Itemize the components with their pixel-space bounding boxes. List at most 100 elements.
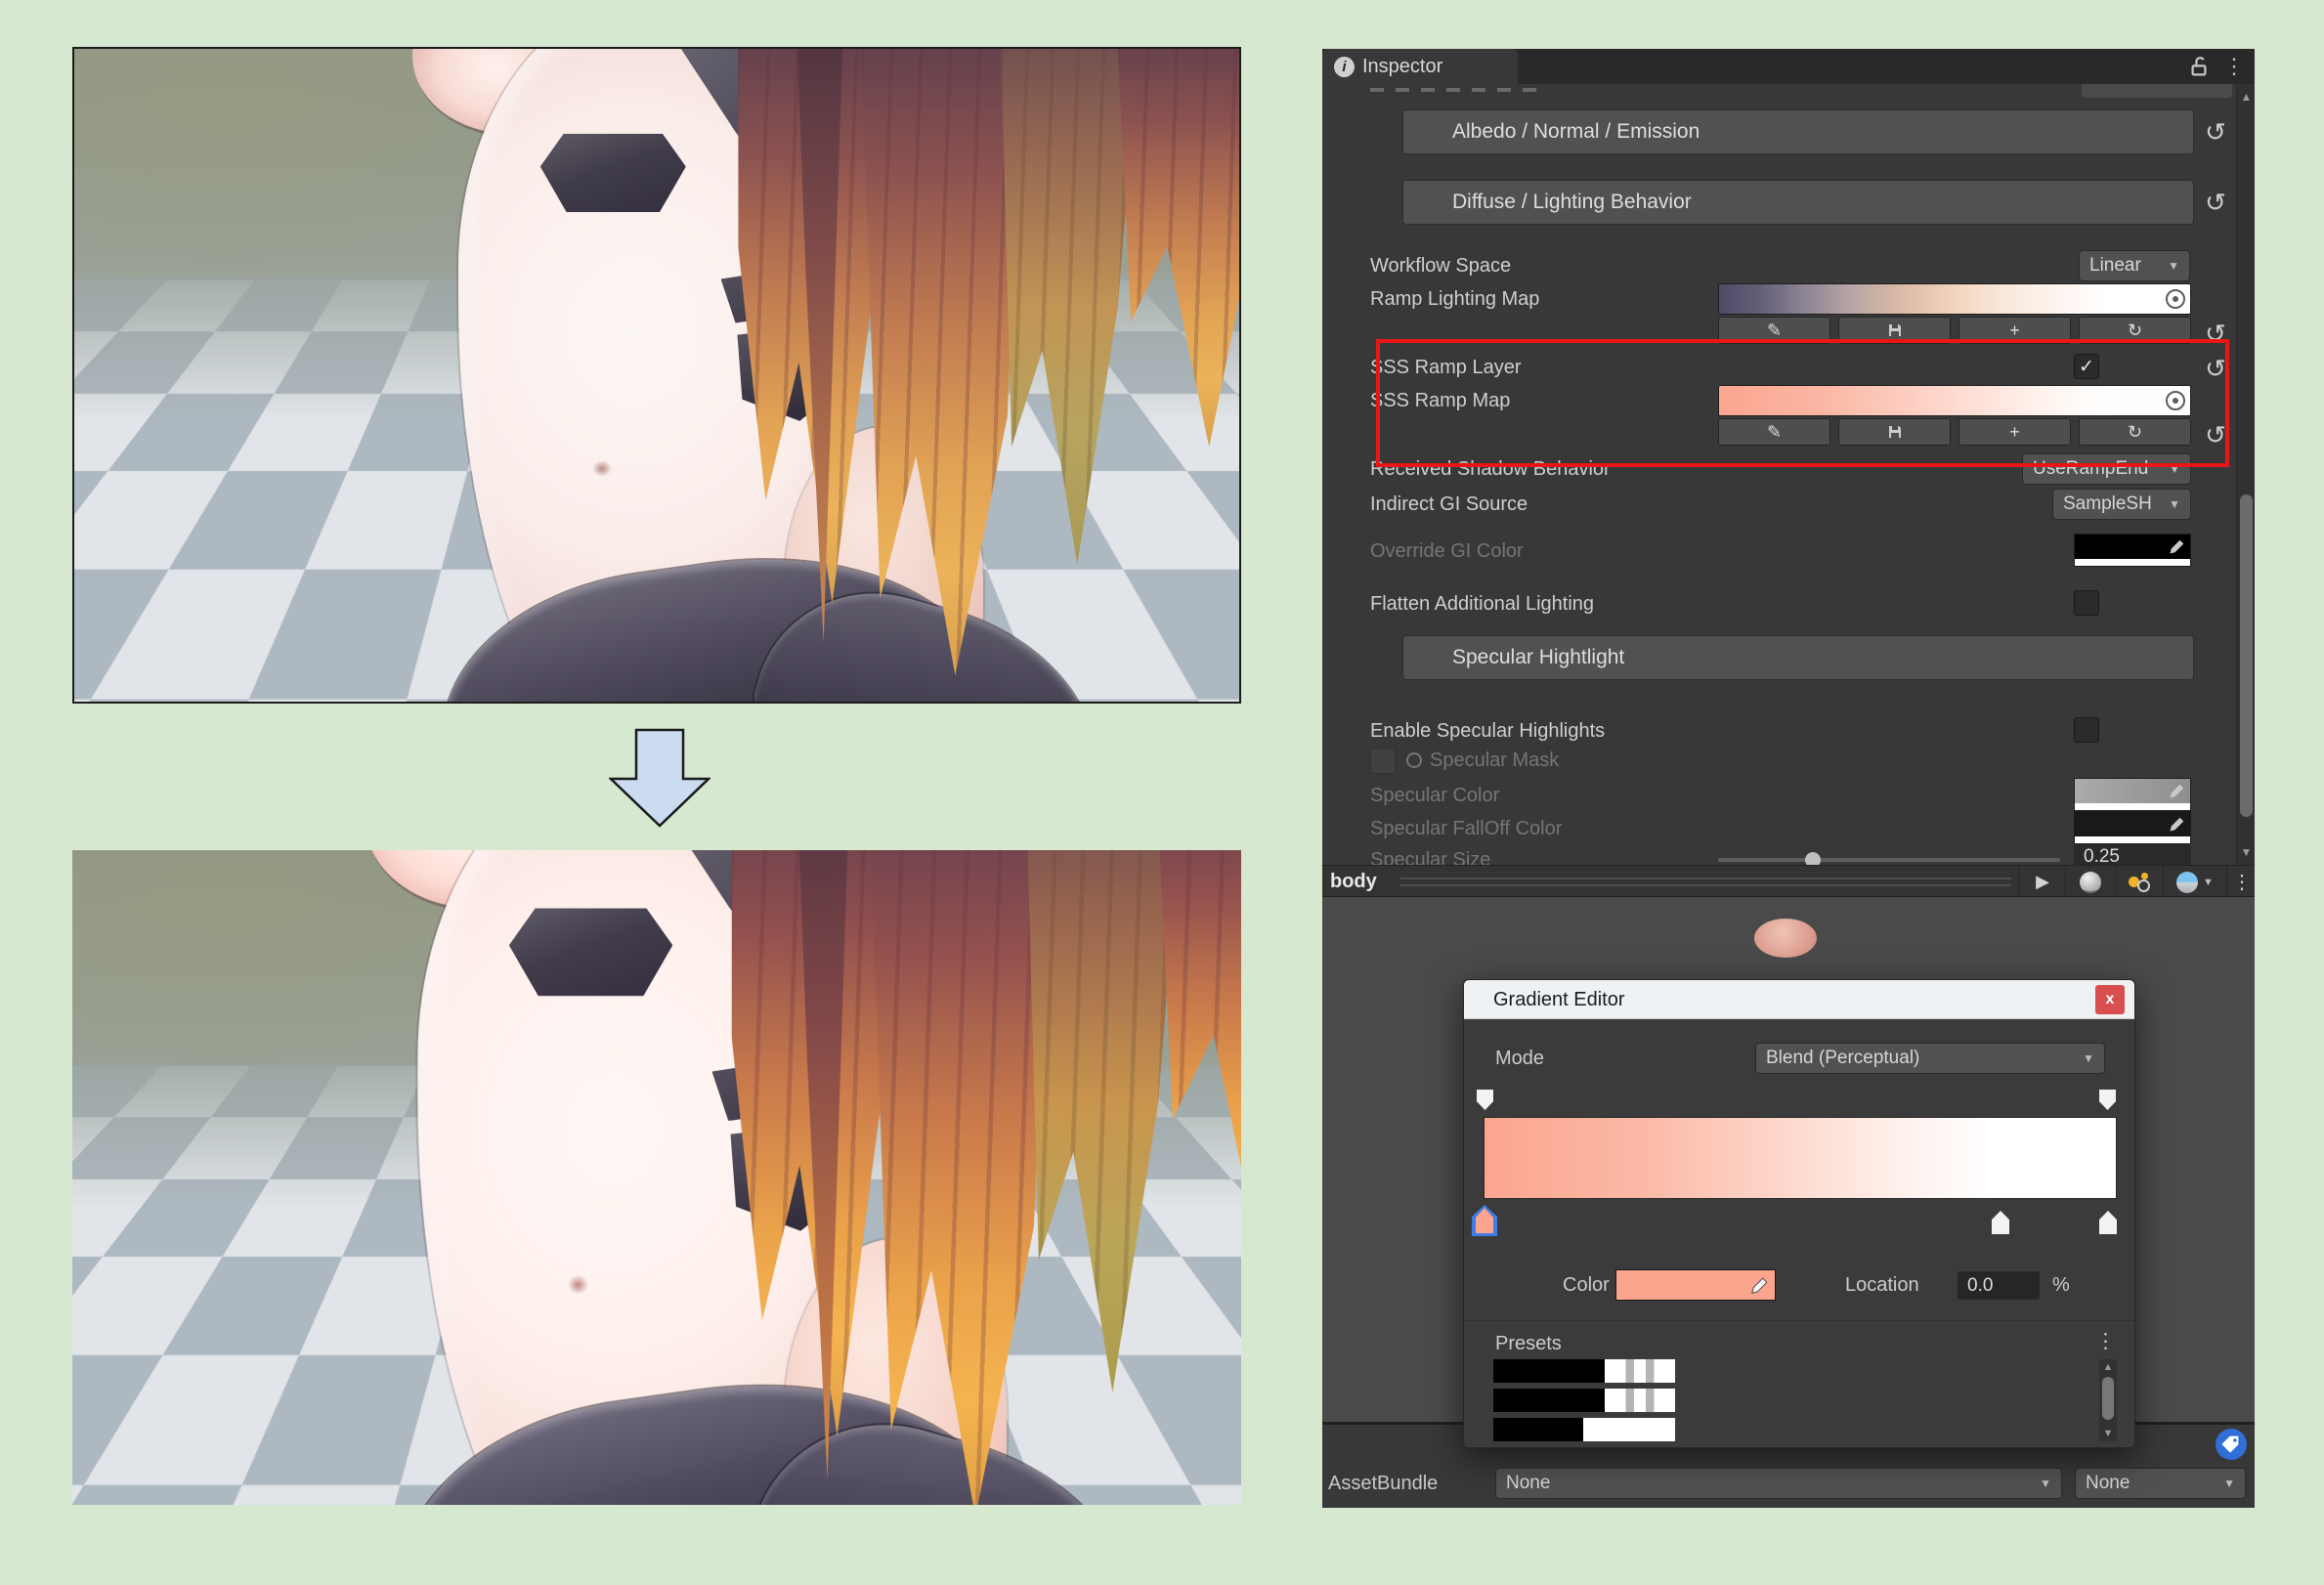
preview-menu-button[interactable]: ⋮ xyxy=(2229,866,2255,898)
chevron-down-icon: ▼ xyxy=(2203,877,2214,888)
override-gi-color-label: Override GI Color xyxy=(1370,537,1524,565)
play-icon: ▶ xyxy=(2036,872,2049,892)
preview-sphere-button[interactable] xyxy=(2069,866,2112,898)
specular-mask-label: Specular Mask xyxy=(1430,747,1559,774)
assetbundle-dropdown[interactable]: None ▼ xyxy=(1495,1468,2062,1499)
hair-strand xyxy=(1117,47,1241,447)
sphere-icon xyxy=(2080,872,2101,893)
workflow-space-value: Linear xyxy=(2089,255,2141,277)
preview-lighting-button[interactable] xyxy=(2120,866,2159,898)
alpha-stop-end[interactable] xyxy=(2099,1090,2116,1110)
play-button[interactable]: ▶ xyxy=(2022,866,2063,898)
section-specular-highlight[interactable]: Specular Hightlight xyxy=(1402,635,2194,680)
down-arrow-icon xyxy=(609,728,710,828)
gradient-editor-window: Gradient Editor x Mode Blend (Perceptual… xyxy=(1463,979,2135,1448)
clipped-row-button xyxy=(2082,84,2232,98)
gradient-preview-bar[interactable] xyxy=(1484,1117,2117,1199)
mode-value: Blend (Perceptual) xyxy=(1766,1048,1919,1069)
assetbundle-variant-dropdown[interactable]: None ▼ xyxy=(2075,1468,2246,1499)
color-stop-selected[interactable] xyxy=(1472,1205,1497,1236)
menu-icon[interactable]: ⋮ xyxy=(2223,54,2245,79)
override-gi-color-swatch[interactable] xyxy=(2074,534,2191,567)
chevron-down-icon: ▼ xyxy=(2168,259,2179,273)
material-preview-area: Gradient Editor x Mode Blend (Perceptual… xyxy=(1322,897,2255,1422)
inspector-scrollbar[interactable]: ▲ ▼ xyxy=(2236,84,2255,865)
chevron-down-icon: ▼ xyxy=(2040,1477,2051,1490)
divider xyxy=(1464,1320,2134,1321)
workflow-space-dropdown[interactable]: Linear ▼ xyxy=(2079,250,2190,281)
location-unit: % xyxy=(2052,1269,2070,1301)
hair-strand xyxy=(1026,850,1184,1392)
enable-specular-checkbox[interactable] xyxy=(2074,717,2099,743)
stop-color-swatch[interactable] xyxy=(1615,1269,1776,1301)
close-button[interactable]: x xyxy=(2095,985,2125,1014)
ramp-lighting-map-label: Ramp Lighting Map xyxy=(1370,285,1539,313)
scroll-up-icon[interactable]: ▲ xyxy=(2237,90,2256,104)
refresh-icon: ↻ xyxy=(2128,321,2142,341)
preview-skybox-button[interactable]: ▼ xyxy=(2167,866,2223,898)
character-navel xyxy=(568,1275,588,1294)
gradient-preset-item[interactable] xyxy=(1493,1389,1675,1412)
mode-dropdown[interactable]: Blend (Perceptual) ▼ xyxy=(1755,1043,2105,1074)
chevron-down-icon: ▼ xyxy=(2223,1477,2235,1490)
flatten-additional-checkbox[interactable] xyxy=(2074,590,2099,616)
scrollbar-thumb[interactable] xyxy=(2240,494,2253,817)
section-diffuse-label: Diffuse / Lighting Behavior xyxy=(1452,191,1692,214)
indirect-gi-dropdown[interactable]: SampleSH ▼ xyxy=(2052,489,2191,520)
eyedropper-icon[interactable] xyxy=(2168,781,2187,800)
gradient-preset-item[interactable] xyxy=(1493,1359,1675,1383)
section-albedo-normal-emission[interactable]: Albedo / Normal / Emission xyxy=(1402,109,2194,154)
ramp-lighting-map-gradient[interactable] xyxy=(1718,283,2191,315)
scroll-down-icon[interactable]: ▼ xyxy=(2099,1428,2117,1439)
red-highlight-box xyxy=(1376,339,2229,467)
specular-color-swatch[interactable] xyxy=(2074,778,2191,811)
plus-icon: + xyxy=(2009,321,2020,341)
assetbundle-value: None xyxy=(1506,1473,1550,1494)
gradient-preset-item[interactable] xyxy=(1493,1418,1675,1441)
presets-menu-icon[interactable]: ⋮ xyxy=(2095,1326,2116,1357)
eyedropper-icon[interactable] xyxy=(2168,814,2187,834)
eyedropper-icon[interactable] xyxy=(2168,536,2187,556)
specular-color-label: Specular Color xyxy=(1370,782,1499,809)
specular-mask-thumbnail[interactable] xyxy=(1370,749,1396,774)
assetbundle-variant-value: None xyxy=(2086,1473,2130,1494)
gradient-editor-title: Gradient Editor xyxy=(1493,980,1625,1019)
color-stop-mid[interactable] xyxy=(1992,1211,2009,1234)
workflow-space-label: Workflow Space xyxy=(1370,252,1511,279)
eyedropper-icon[interactable] xyxy=(1749,1274,1771,1296)
scrollbar-thumb[interactable] xyxy=(2102,1377,2114,1420)
reset-icon[interactable]: ↺ xyxy=(2200,188,2231,218)
presets-scrollbar[interactable]: ▲ ▼ xyxy=(2099,1359,2117,1441)
reset-icon[interactable]: ↺ xyxy=(2200,117,2231,148)
hair-strand xyxy=(1001,47,1140,565)
color-label: Color xyxy=(1563,1269,1610,1301)
location-label: Location xyxy=(1845,1269,1919,1301)
alpha-strip xyxy=(2075,559,2190,566)
object-picker-icon[interactable] xyxy=(2166,289,2185,309)
scroll-down-icon[interactable]: ▼ xyxy=(2237,845,2256,859)
specular-size-slider[interactable] xyxy=(1718,858,2060,862)
save-disk-icon xyxy=(1887,322,1903,338)
tab-inspector[interactable]: i Inspector xyxy=(1322,49,1518,84)
chevron-down-icon: ▼ xyxy=(2083,1051,2094,1065)
preview-header-bar[interactable]: body ▶ ▼ ⋮ xyxy=(1322,865,2255,897)
flatten-additional-label: Flatten Additional Lighting xyxy=(1370,590,1594,618)
color-stop-end[interactable] xyxy=(2099,1211,2117,1234)
texture-slot-icon xyxy=(1406,752,1422,768)
indirect-gi-label: Indirect GI Source xyxy=(1370,491,1528,518)
chevron-down-icon: ▼ xyxy=(2169,497,2180,511)
mode-label: Mode xyxy=(1495,1043,1544,1074)
specular-falloff-swatch[interactable] xyxy=(2074,811,2191,844)
scroll-up-icon[interactable]: ▲ xyxy=(2099,1361,2117,1373)
section-specular-label: Specular Hightlight xyxy=(1452,646,1624,669)
presets-label: Presets xyxy=(1495,1328,1562,1359)
section-albedo-label: Albedo / Normal / Emission xyxy=(1452,120,1700,144)
alpha-stop-start[interactable] xyxy=(1477,1090,1493,1110)
indirect-gi-value: SampleSH xyxy=(2063,493,2152,515)
unlock-icon[interactable] xyxy=(2190,55,2208,78)
section-diffuse-lighting[interactable]: Diffuse / Lighting Behavior xyxy=(1402,180,2194,225)
asset-labels-icon[interactable] xyxy=(2216,1429,2247,1460)
location-input[interactable]: 0.0 xyxy=(1958,1271,2040,1300)
drag-handle-lines[interactable] xyxy=(1400,878,2011,886)
gradient-editor-titlebar[interactable]: Gradient Editor x xyxy=(1464,980,2134,1019)
